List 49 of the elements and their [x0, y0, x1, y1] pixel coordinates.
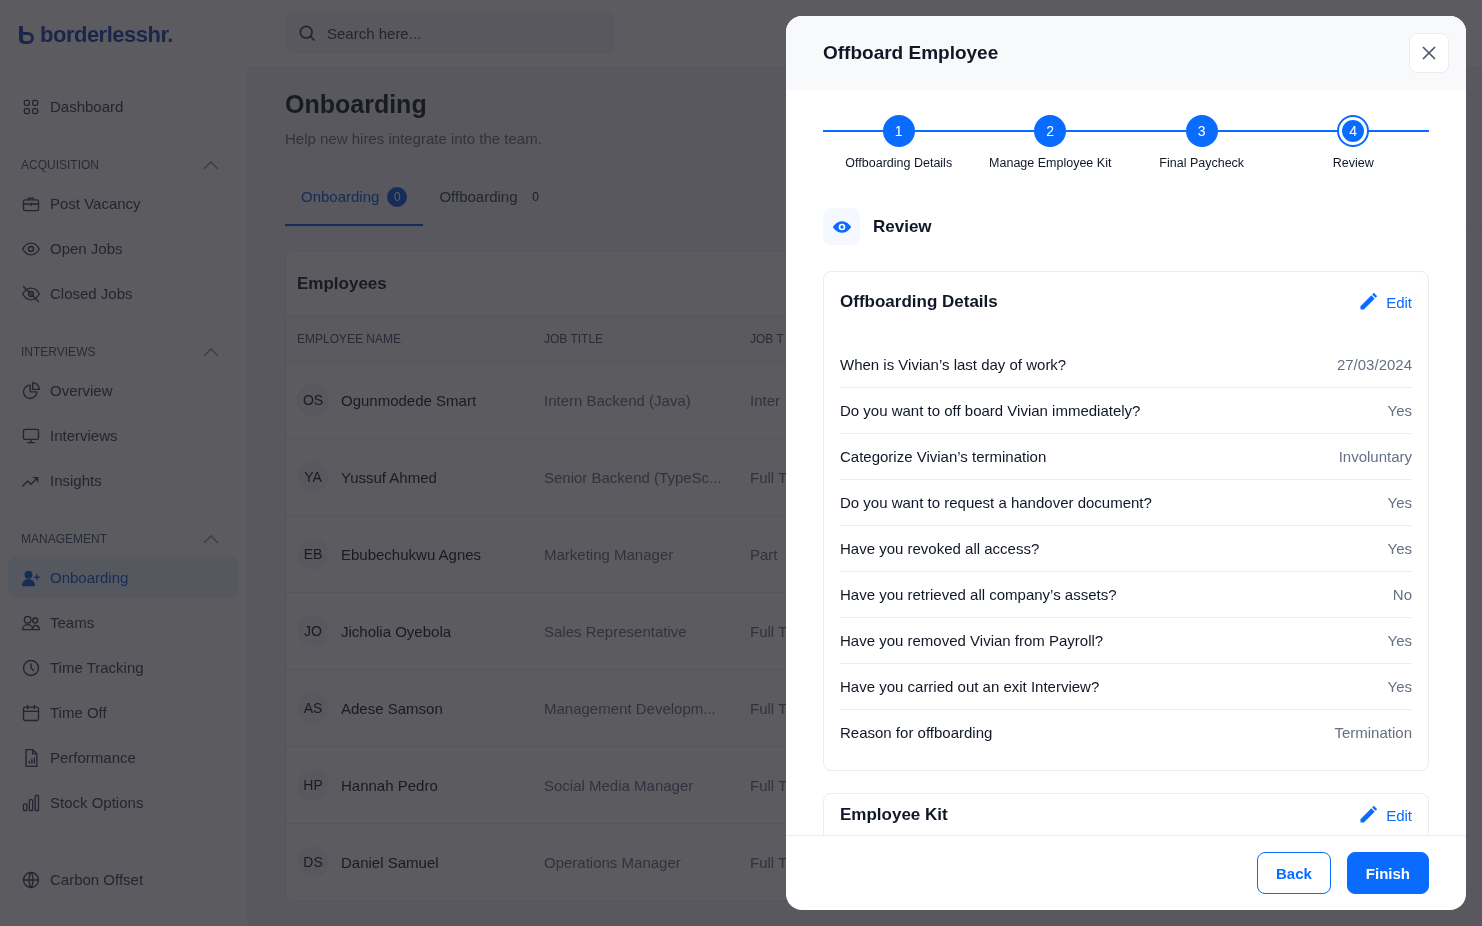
answer: Involuntary — [1338, 448, 1412, 465]
pencil-icon — [1358, 805, 1379, 825]
pencil-icon — [1358, 292, 1379, 312]
card-title: Employee Kit — [840, 805, 948, 825]
answer: Yes — [1387, 678, 1412, 695]
step-circle[interactable]: 3 — [1185, 115, 1218, 147]
step-label: Review — [1332, 156, 1374, 170]
answer: Yes — [1387, 494, 1412, 511]
answer: Termination — [1334, 724, 1412, 741]
answer: No — [1392, 586, 1412, 603]
question: Do you want to off board Vivian immediately? — [840, 402, 1141, 419]
answer: 27/03/2024 — [1336, 356, 1412, 373]
back-button[interactable]: Back — [1256, 852, 1331, 894]
table-cell: Ogunmodede Smart — [341, 391, 477, 409]
edit-button[interactable]: Edit — [1358, 805, 1412, 825]
question: Do you want to request a handover document? — [840, 494, 1152, 511]
question: When is Vivian’s last day of work? — [840, 356, 1067, 373]
step-label: Final Paycheck — [1159, 156, 1245, 170]
section-title: Review — [873, 216, 932, 237]
question: Have you removed Vivian from Payroll? — [840, 632, 1104, 649]
step-label: Manage Employee Kit — [989, 156, 1112, 170]
eye-icon — [823, 208, 860, 245]
table-cell: Yussuf Ahmed — [341, 468, 437, 486]
modal-title: Offboard Employee — [823, 42, 999, 64]
card-title: Offboarding Details — [840, 292, 998, 312]
close-icon — [1421, 45, 1437, 61]
step-circle[interactable]: 1 — [882, 115, 915, 147]
step-label: Offboarding Details — [845, 156, 953, 170]
answer: Yes — [1387, 402, 1412, 419]
question: Have you revoked all access? — [840, 540, 1040, 557]
finish-button[interactable]: Finish — [1346, 852, 1429, 894]
table-cell: Adese Samson — [341, 699, 443, 717]
table-title: Employees — [297, 274, 387, 294]
question: Reason for offboarding — [840, 724, 993, 741]
edit-button[interactable]: Edit — [1358, 292, 1412, 312]
table-cell: Daniel Samuel — [341, 853, 439, 871]
answer: Yes — [1387, 540, 1412, 557]
close-button[interactable] — [1409, 33, 1449, 73]
step-circle[interactable]: 2 — [1034, 115, 1067, 147]
table-cell: Ebubechukwu Agnes — [341, 545, 482, 563]
question: Have you retrieved all company’s assets? — [840, 586, 1117, 603]
question: Categorize Vivian’s termination — [840, 448, 1047, 465]
table-cell: Jicholia Oyebola — [341, 622, 452, 640]
answer: Yes — [1387, 632, 1412, 649]
question: Have you carried out an exit Interview? — [840, 678, 1100, 695]
page-title: Onboarding — [285, 90, 427, 120]
step-circle[interactable]: 4 — [1337, 115, 1370, 147]
logo-text: borderlesshr. — [40, 21, 173, 48]
table-cell: Hannah Pedro — [341, 776, 438, 794]
